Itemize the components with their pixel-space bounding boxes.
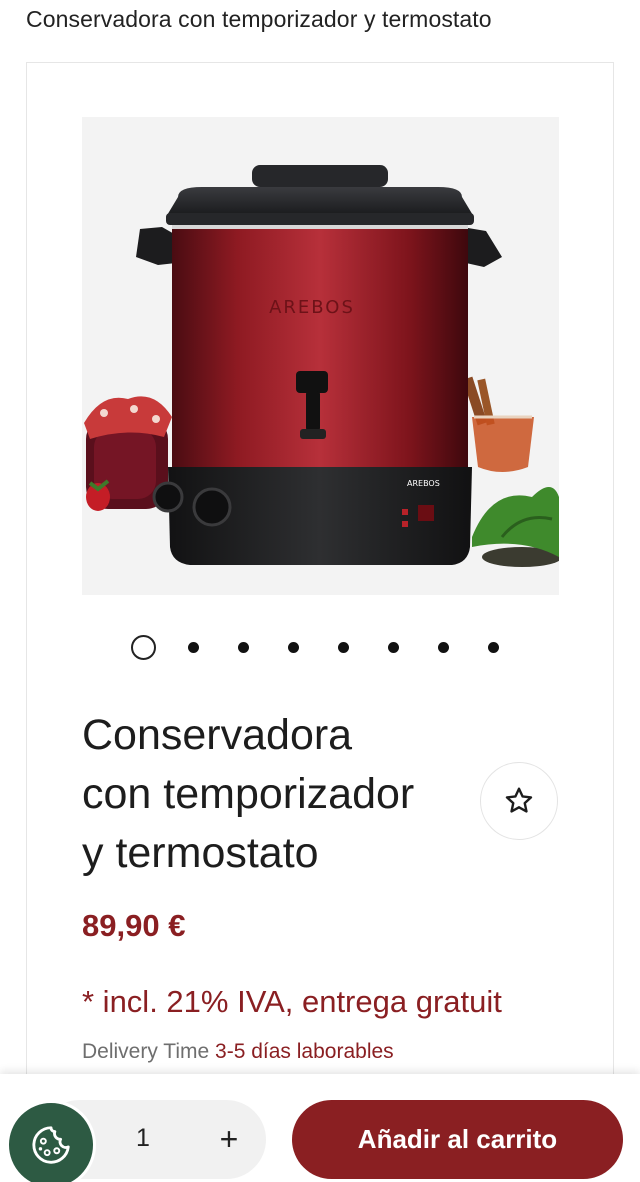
tax-shipping-note: * incl. 21% IVA, entrega gratuit <box>82 984 502 1019</box>
pagination-dot-8[interactable] <box>488 641 499 653</box>
quantity-plus-button[interactable]: + <box>210 1118 248 1160</box>
cookie-settings-button[interactable] <box>6 1100 96 1182</box>
delivery-info: Delivery Time 3-5 días laborables <box>82 1040 394 1064</box>
delivery-days: 3-5 días laborables <box>215 1040 394 1063</box>
pagination-dot-2[interactable] <box>188 641 199 653</box>
pagination-dot-4[interactable] <box>288 641 299 653</box>
add-to-cart-button[interactable]: Añadir al carrito <box>292 1100 623 1179</box>
engraved-brand-text: AREBOS <box>269 297 355 318</box>
product-illustration: AREBOS AREBOS <box>84 165 559 567</box>
pagination-dot-6[interactable] <box>388 641 399 653</box>
pagination-dot-7[interactable] <box>438 641 449 653</box>
delivery-label: Delivery Time <box>82 1040 210 1063</box>
cookie-icon <box>32 1126 70 1164</box>
product-title: Conservadora con temporizador y termosta… <box>82 706 482 883</box>
favorite-button[interactable] <box>480 762 558 840</box>
quantity-value[interactable]: 1 <box>133 1124 153 1153</box>
pagination-dot-1[interactable] <box>131 634 156 660</box>
panel-brand-text: AREBOS <box>407 479 440 488</box>
page-header-title: Conservadora con temporizador y termosta… <box>26 6 492 32</box>
pagination-dot-5[interactable] <box>338 641 349 653</box>
product-title-line: con temporizador <box>82 770 415 818</box>
image-pagination <box>131 634 538 660</box>
product-title-line: y termostato <box>82 829 319 877</box>
product-title-line: Conservadora <box>82 711 353 759</box>
tea-decoration <box>462 376 559 567</box>
product-image[interactable]: AREBOS AREBOS <box>82 117 559 595</box>
product-price: 89,90 € <box>82 908 186 943</box>
star-outline-icon <box>505 787 533 813</box>
pagination-dot-3[interactable] <box>238 641 249 653</box>
